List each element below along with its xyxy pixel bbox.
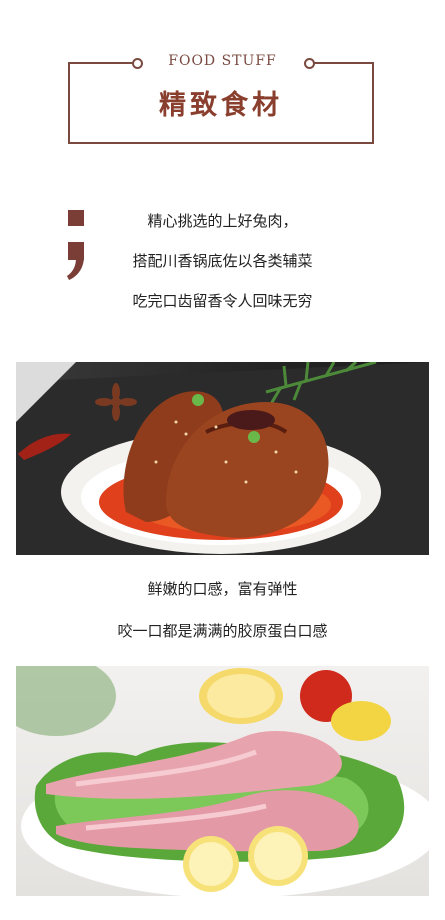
raw-rabbit-legs-photo xyxy=(16,666,429,896)
intro-line-3: 吃完口齿留香令人回味无穷 xyxy=(132,292,313,310)
texture-line-2: 咬一口都是满满的胶原蛋白口感 xyxy=(117,622,328,640)
left-ring-icon xyxy=(132,58,143,69)
page-title: 精致食材 xyxy=(159,90,283,121)
intro-line-1: 精心挑选的上好兔肉， xyxy=(147,212,298,230)
header-label-en: FOOD STUFF xyxy=(168,53,277,69)
intro-line-2: 搭配川香锅底佐以各类辅菜 xyxy=(132,252,313,270)
texture-line-1: 鲜嫩的口感，富有弹性 xyxy=(147,580,298,598)
braised-rabbit-dish-photo xyxy=(16,362,429,555)
right-ring-icon xyxy=(304,58,315,69)
